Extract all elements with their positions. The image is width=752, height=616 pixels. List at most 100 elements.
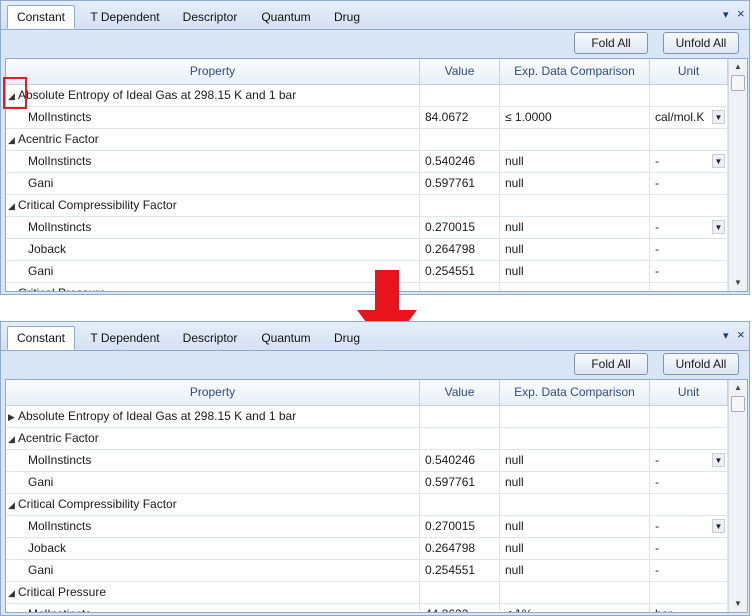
unit-cell: - [650,173,728,194]
exp-comparison-cell [500,582,650,603]
unit-dropdown-icon[interactable]: ▼ [712,220,725,234]
column-header-value[interactable]: Value [420,59,500,84]
table-row[interactable]: Gani 0.597761 null - [6,173,728,195]
table-row[interactable]: MolInstincts 0.270015 null - ▼ [6,217,728,239]
unit-cell-text: - [655,176,659,190]
table-row[interactable]: MolInstincts 84.0672 ≤ 1.0000 cal/mol.K ▼ [6,107,728,129]
property-label: Gani [28,475,54,489]
table-row[interactable]: Joback 0.264798 null - [6,239,728,261]
collapse-triangle-icon[interactable]: ◢ [8,130,18,150]
property-cell: MolInstincts [6,450,420,471]
exp-comparison-cell: null [500,472,650,493]
value-cell: 0.264798 [420,239,500,260]
tab-constant[interactable]: Constant [7,326,75,350]
collapse-triangle-icon[interactable]: ◢ [8,583,18,603]
scroll-down-icon[interactable]: ▼ [732,277,744,289]
tab-descriptor[interactable]: Descriptor [173,327,247,350]
column-header-unit[interactable]: Unit [650,380,728,405]
collapse-triangle-icon[interactable]: ◢ [8,429,18,449]
group-row[interactable]: ◢ Critical Compressibility Factor [6,494,728,516]
value-cell-text: 0.597761 [425,176,476,190]
group-row[interactable]: ▶ Absolute Entropy of Ideal Gas at 298.15… [6,406,728,428]
collapse-triangle-icon[interactable]: ◢ [8,495,18,515]
unit-dropdown-icon[interactable]: ▼ [712,154,725,168]
table-row[interactable]: MolInstincts 44.2622 ≤ 1% bar [6,604,728,612]
table-row[interactable]: MolInstincts 0.270015 null - ▼ [6,516,728,538]
exp-comparison-cell-text: null [505,220,524,234]
tab-constant[interactable]: Constant [7,5,75,29]
column-header-unit[interactable]: Unit [650,59,728,84]
table-row[interactable]: Joback 0.264798 null - [6,538,728,560]
collapse-triangle-icon[interactable]: ◢ [8,284,18,291]
group-row[interactable]: ◢ Critical Compressibility Factor [6,195,728,217]
collapse-triangle-icon[interactable]: ◢ [8,196,18,216]
exp-comparison-cell [500,129,650,150]
tab-quantum[interactable]: Quantum [253,327,319,350]
property-label: Joback [28,242,67,256]
unfold-all-button[interactable]: Unfold All [663,353,739,375]
property-label: MolInstincts [28,220,92,234]
tab-t-dependent[interactable]: T Dependent [81,6,169,29]
scroll-up-icon[interactable]: ▲ [732,382,744,394]
group-row[interactable]: ◢ Acentric Factor [6,428,728,450]
table-row[interactable]: MolInstincts 0.540246 null - ▼ [6,450,728,472]
close-icon[interactable]: × [737,6,745,21]
close-icon[interactable]: × [737,327,745,342]
panel-menu-icon[interactable]: ▾ [723,329,729,342]
group-row[interactable]: ◢Critical Pressure [6,582,728,604]
property-label: Critical Pressure [18,585,107,599]
column-header-property[interactable]: Property [6,380,420,405]
unit-cell [650,283,728,291]
unit-dropdown-icon[interactable]: ▼ [712,110,725,124]
property-label: Critical Compressibility Factor [18,497,177,511]
scroll-thumb[interactable] [731,396,745,412]
scroll-up-icon[interactable]: ▲ [732,61,744,73]
property-cell: MolInstincts [6,151,420,172]
tab-drug[interactable]: Drug [325,327,369,350]
expand-triangle-icon[interactable]: ▶ [8,407,18,427]
exp-comparison-cell [500,195,650,216]
group-row[interactable]: ◢ Acentric Factor [6,129,728,151]
column-header-exp[interactable]: Exp. Data Comparison [500,59,650,84]
property-cell: MolInstincts [6,107,420,128]
unit-dropdown-icon[interactable]: ▼ [712,453,725,467]
unit-cell-text: - [655,541,659,555]
scroll-thumb[interactable] [731,75,745,91]
unit-cell [650,428,728,449]
unit-cell: - [650,239,728,260]
vertical-scrollbar[interactable]: ▲ ▼ [728,380,747,612]
table-row[interactable]: Gani 0.597761 null - [6,472,728,494]
panel-menu-icon[interactable]: ▾ [723,8,729,21]
vertical-scrollbar[interactable]: ▲ ▼ [728,59,747,291]
value-cell: 0.264798 [420,538,500,559]
value-cell-text: 0.270015 [425,519,476,533]
exp-comparison-cell-text: null [505,176,524,190]
group-row[interactable]: ◢ Absolute Entropy of Ideal Gas at 298.15… [6,85,728,107]
value-cell [420,195,500,216]
tab-t-dependent[interactable]: T Dependent [81,327,169,350]
value-cell: 0.540246 [420,450,500,471]
table-row[interactable]: MolInstincts 0.540246 null - ▼ [6,151,728,173]
column-header-value[interactable]: Value [420,380,500,405]
tab-drug[interactable]: Drug [325,6,369,29]
exp-comparison-cell-text: null [505,154,524,168]
column-header-property[interactable]: Property [6,59,420,84]
fold-all-button[interactable]: Fold All [574,353,648,375]
tab-quantum[interactable]: Quantum [253,6,319,29]
property-label: MolInstincts [28,607,91,612]
property-label: MolInstincts [28,154,92,168]
property-cell: ◢Critical Pressure [6,582,420,603]
table-row[interactable]: Gani 0.254551 null - [6,560,728,582]
property-cell: ◢ Acentric Factor [6,129,420,150]
unit-dropdown-icon[interactable]: ▼ [712,519,725,533]
exp-comparison-cell: null [500,261,650,282]
unfold-all-button[interactable]: Unfold All [663,32,739,54]
unit-cell-text: - [655,563,659,577]
grid-rows: ▶ Absolute Entropy of Ideal Gas at 298.15… [6,406,728,612]
exp-comparison-cell: null [500,516,650,537]
scroll-down-icon[interactable]: ▼ [732,598,744,610]
tab-descriptor[interactable]: Descriptor [173,6,247,29]
fold-all-button[interactable]: Fold All [574,32,648,54]
property-label: Critical Compressibility Factor [18,198,177,212]
column-header-exp[interactable]: Exp. Data Comparison [500,380,650,405]
